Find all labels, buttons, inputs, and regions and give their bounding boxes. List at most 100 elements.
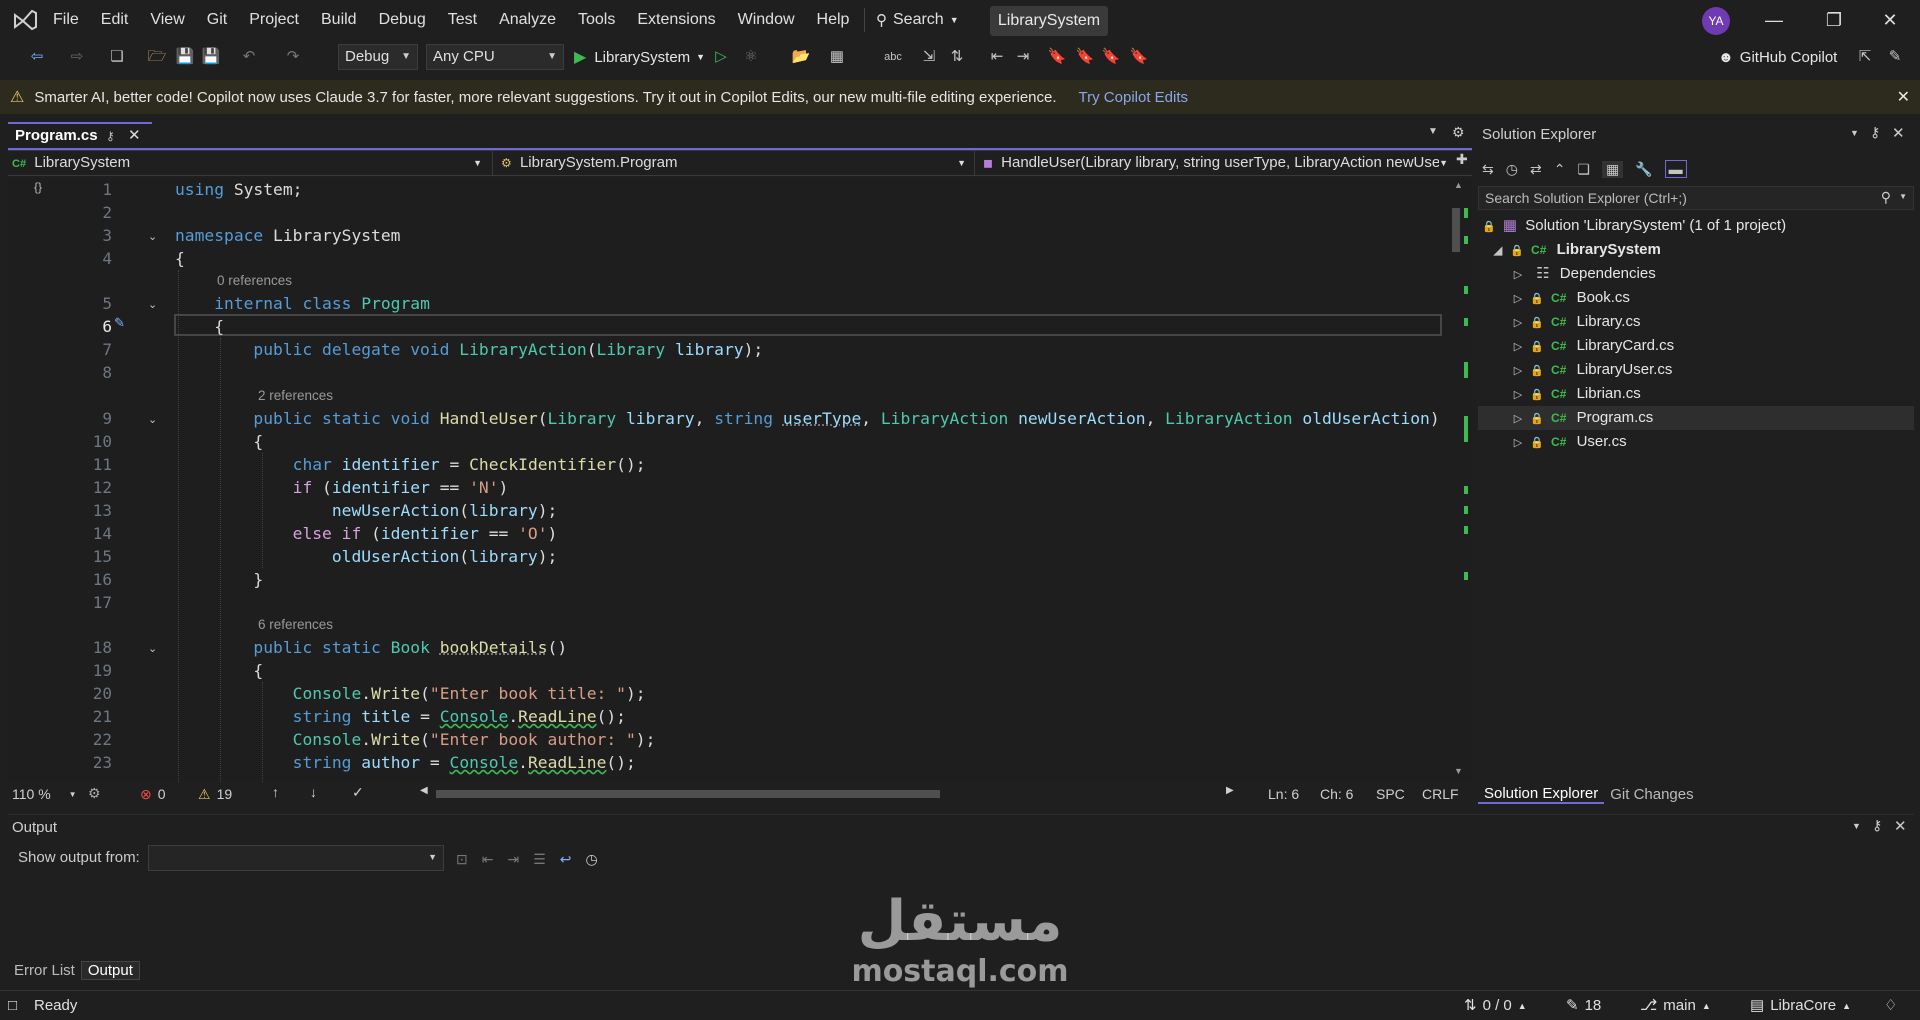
zoom-select[interactable]: 110 % ▼ [12, 782, 77, 806]
preview-icon[interactable]: ▬ [1664, 160, 1687, 178]
line-ending-indicator[interactable]: CRLF [1422, 786, 1459, 802]
horizontal-scroll-thumb[interactable] [436, 790, 940, 798]
tab-list-chevron-icon[interactable]: ▼ [1428, 126, 1438, 137]
quick-actions-icon[interactable]: ✎ [114, 315, 125, 331]
configuration-select[interactable]: Debug ▼ [338, 44, 418, 70]
collapsed-icon[interactable]: ▷ [1510, 431, 1526, 455]
menu-git[interactable]: Git [196, 0, 238, 40]
start-without-debugging-icon[interactable]: ▷ [710, 46, 732, 68]
indent-icon[interactable]: ⇥ [1012, 46, 1034, 68]
menu-help[interactable]: Help [806, 0, 861, 40]
collapse-icon[interactable]: ⌄ [148, 298, 157, 311]
repository-indicator[interactable]: ▤ LibraCore ▲ [1750, 991, 1851, 1020]
notification-icon[interactable]: □ [8, 991, 17, 1020]
menu-view[interactable]: View [139, 0, 195, 40]
file-node[interactable]: ▷ 🔒 C# Librian.cs [1510, 382, 1641, 406]
pin-icon[interactable]: ⚷ [1872, 817, 1882, 834]
collapsed-icon[interactable]: ▷ [1510, 335, 1526, 359]
menu-tools[interactable]: Tools [567, 0, 626, 40]
next-message-icon[interactable]: ⇥ [507, 851, 519, 868]
open-folder-icon[interactable]: 📂 [790, 46, 812, 68]
github-copilot-button[interactable]: ☻ GitHub Copilot [1718, 44, 1837, 70]
close-icon[interactable]: ✕ [1897, 87, 1910, 107]
collapsed-icon[interactable]: ▷ [1510, 383, 1526, 407]
find-icon[interactable]: ⊡ [456, 851, 468, 868]
collapsed-icon[interactable]: ▷ [1510, 263, 1526, 287]
scroll-down-icon[interactable]: ▼ [1454, 766, 1463, 776]
codelens-references[interactable]: 2 references [258, 387, 333, 405]
pending-edits-indicator[interactable]: ✎ 18 [1566, 991, 1601, 1020]
save-icon[interactable]: 💾 [174, 46, 196, 68]
tab-output[interactable]: Output [80, 960, 140, 980]
save-all-icon[interactable]: 💾 [200, 46, 222, 68]
start-debugging-button[interactable]: ▶ LibrarySystem ▼ [574, 44, 705, 70]
minimize-button[interactable]: — [1746, 0, 1802, 40]
file-node[interactable]: ▷ 🔒 C# LibraryUser.cs [1510, 358, 1673, 382]
collapsed-icon[interactable]: ▷ [1510, 407, 1526, 431]
share-icon[interactable]: ⇱ [1854, 46, 1876, 68]
new-item-icon[interactable]: ❏ [106, 46, 128, 68]
history-icon[interactable]: ◷ [1506, 161, 1518, 178]
scroll-right-icon[interactable]: ▶ [1226, 785, 1234, 796]
bookmark-prev-icon[interactable]: 🔖 [1074, 46, 1096, 68]
editor-vertical-scrollbar[interactable]: ▲ ▼ [1448, 178, 1472, 782]
pin-icon[interactable]: ⚷ [1870, 124, 1880, 141]
file-node[interactable]: ▷ 🔒 C# Library.cs [1510, 310, 1641, 335]
codelens-references[interactable]: 0 references [217, 272, 292, 290]
vs-logo-icon[interactable] [12, 8, 38, 32]
collapsed-icon[interactable]: ▷ [1510, 311, 1526, 335]
timestamp-icon[interactable]: ◷ [586, 851, 598, 868]
whitespace-indicator[interactable]: SPC [1376, 786, 1405, 802]
arrow-down-icon[interactable]: ↓ [310, 784, 317, 800]
undo-icon[interactable]: ↶ [238, 46, 260, 68]
dependencies-node[interactable]: ▷ ☷ Dependencies [1510, 262, 1656, 286]
menu-window[interactable]: Window [727, 0, 806, 40]
navigate-back-icon[interactable]: ⇦ [26, 46, 48, 68]
close-window-button[interactable]: ✕ [1862, 0, 1918, 40]
class-dropdown[interactable]: ⚙ LibrarySystem.Program ▼ [492, 151, 972, 175]
global-search-button[interactable]: ⚲ Search ▼ [876, 8, 959, 32]
step-into-icon[interactable]: ⇲ [918, 46, 940, 68]
codelens-references[interactable]: 6 references [258, 616, 333, 634]
file-node[interactable]: ▷ 🔒 C# User.cs [1510, 430, 1627, 454]
feedback-icon[interactable]: ✎ [1884, 46, 1906, 68]
solution-node[interactable]: 🔒 ▦ Solution 'LibrarySystem' (1 of 1 pro… [1482, 214, 1786, 238]
branch-indicator[interactable]: ⎇ main ▲ [1640, 991, 1711, 1020]
collapse-icon[interactable]: ⌄ [148, 230, 157, 243]
project-node[interactable]: ◢ 🔒 C# LibrarySystem [1490, 238, 1661, 262]
file-node-selected[interactable]: ▷ 🔒 C# Program.cs [1510, 406, 1653, 430]
gear-icon[interactable]: ⚙ [1452, 124, 1465, 141]
tab-error-list[interactable]: Error List [8, 962, 81, 979]
solution-search-input[interactable]: Search Solution Explorer (Ctrl+;) ⚲ ▼ [1478, 186, 1914, 210]
menu-test[interactable]: Test [437, 0, 488, 40]
menu-extensions[interactable]: Extensions [626, 0, 726, 40]
word-wrap-icon[interactable]: ↩ [560, 851, 572, 868]
copy-icon[interactable]: ❏ [1577, 161, 1590, 178]
line-indicator[interactable]: Ln: 6 [1268, 786, 1299, 802]
code-editor[interactable]: {} 1 2 3 4 5 6 7 8 9 10 11 12 13 14 15 1… [8, 178, 1448, 782]
bell-icon[interactable]: ♢ [1884, 991, 1897, 1020]
outdent-icon[interactable]: ⇤ [986, 46, 1008, 68]
close-icon[interactable]: ✕ [1892, 124, 1905, 142]
switch-views-icon[interactable]: ⇄ [1530, 161, 1542, 178]
collapsed-icon[interactable]: ▷ [1510, 287, 1526, 311]
split-editor-icon[interactable]: ✚ [1456, 151, 1468, 168]
cleanup-icon[interactable]: ✓ [352, 784, 364, 801]
compare-icon[interactable]: ⇅ [946, 46, 968, 68]
bookmark-next-icon[interactable]: 🔖 [1100, 46, 1122, 68]
platform-select[interactable]: Any CPU ▼ [426, 44, 564, 70]
navigate-forward-icon[interactable]: ⇨ [66, 46, 88, 68]
bookmark-icon[interactable]: 🔖 [1046, 46, 1068, 68]
tab-solution-explorer[interactable]: Solution Explorer [1478, 785, 1605, 804]
menu-analyze[interactable]: Analyze [488, 0, 567, 40]
menu-file[interactable]: File [42, 0, 90, 40]
scroll-left-icon[interactable]: ◀ [420, 785, 428, 796]
errors-indicator[interactable]: ⊗ 0 [140, 782, 166, 806]
file-node[interactable]: ▷ 🔒 C# Book.cs [1510, 286, 1630, 310]
collapse-icon[interactable]: ⌄ [148, 642, 157, 655]
project-dropdown[interactable]: C# LibrarySystem ▼ [12, 151, 488, 175]
scroll-thumb[interactable] [1452, 208, 1460, 252]
warnings-indicator[interactable]: ⚠ 19 [198, 782, 232, 806]
avatar[interactable]: YA [1702, 7, 1730, 35]
menu-build[interactable]: Build [310, 0, 368, 40]
